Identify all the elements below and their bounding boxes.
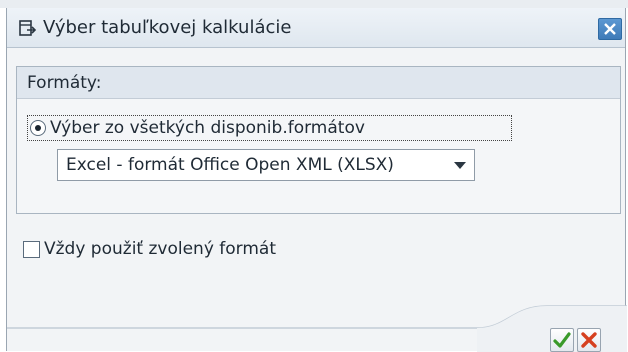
chevron-down-icon[interactable] (454, 162, 466, 169)
formats-group: Formáty: Výber zo všetkých disponib.form… (16, 66, 621, 214)
spreadsheet-selection-dialog: Výber tabuľkovej kalkulácie Formáty: Výb… (6, 8, 627, 352)
always-use-format-label[interactable]: Vždy použiť zvolený formát (44, 238, 276, 260)
format-select[interactable]: Excel - formát Office Open XML (XLSX) (57, 149, 475, 181)
formats-group-header: Formáty: (17, 67, 620, 99)
confirm-button[interactable] (550, 328, 574, 352)
close-icon (604, 23, 616, 35)
all-formats-radio-label[interactable]: Výber zo všetkých disponib.formátov (50, 117, 365, 139)
dialog-title: Výber tabuľkovej kalkulácie (43, 17, 292, 38)
cancel-x-icon (581, 332, 597, 348)
radio-selected-dot (35, 125, 41, 131)
formats-group-title: Formáty: (27, 73, 102, 93)
format-select-value: Excel - formát Office Open XML (XLSX) (66, 155, 394, 175)
radio-button[interactable] (30, 120, 46, 136)
close-button[interactable] (598, 18, 622, 40)
cancel-button[interactable] (577, 328, 601, 352)
always-use-format-checkbox[interactable] (23, 241, 40, 258)
checkmark-icon (553, 332, 571, 348)
table-export-icon (19, 19, 37, 37)
background-strip (0, 0, 628, 8)
footer-divider (7, 305, 627, 352)
dialog-titlebar: Výber tabuľkovej kalkulácie (7, 8, 625, 48)
all-formats-radio[interactable]: Výber zo všetkých disponib.formátov (27, 115, 512, 141)
